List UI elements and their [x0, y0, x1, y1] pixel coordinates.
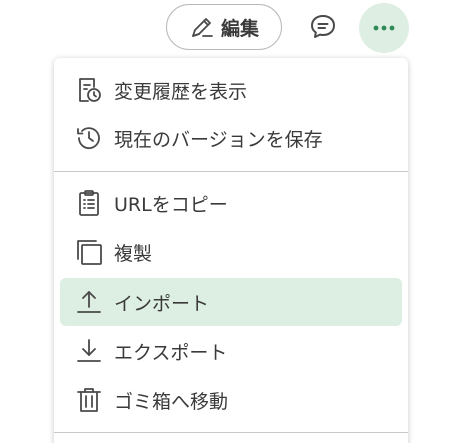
more-dots-icon — [372, 24, 396, 32]
edit-button[interactable]: 編集 — [166, 4, 282, 50]
more-options-menu: 変更履歴を表示 現在のバージョンを保存 URLをコピー 複製 インポート エクス… — [54, 58, 408, 443]
menu-item-label: 変更履歴を表示 — [114, 80, 248, 103]
menu-divider — [54, 171, 408, 172]
menu-item-export[interactable]: エクスポート — [60, 327, 402, 375]
menu-item-label: 複製 — [114, 242, 153, 265]
menu-item-copy-url[interactable]: URLをコピー — [60, 179, 402, 227]
menu-item-label: ゴミ箱へ移動 — [114, 390, 229, 413]
menu-item-view-history[interactable]: 変更履歴を表示 — [60, 66, 402, 114]
menu-item-save-version[interactable]: 現在のバージョンを保存 — [60, 114, 402, 162]
menu-item-label: エクスポート — [114, 341, 228, 364]
clipboard-icon — [74, 188, 104, 218]
history-clock-icon — [74, 123, 104, 153]
duplicate-icon — [74, 237, 104, 267]
comment-icon — [309, 13, 337, 41]
menu-item-label: 現在のバージョンを保存 — [114, 128, 323, 151]
download-icon — [74, 336, 104, 366]
upload-icon — [74, 287, 104, 317]
menu-item-label: インポート — [114, 292, 210, 315]
menu-item-import[interactable]: インポート — [60, 278, 402, 326]
comment-button[interactable] — [302, 6, 344, 48]
menu-item-label: URLをコピー — [114, 193, 228, 216]
edit-button-label: 編集 — [220, 17, 259, 40]
more-options-button[interactable] — [359, 3, 409, 53]
menu-item-duplicate[interactable]: 複製 — [60, 228, 402, 276]
menu-divider — [54, 432, 408, 433]
pencil-icon — [189, 14, 215, 40]
menu-item-move-to-trash[interactable]: ゴミ箱へ移動 — [60, 376, 402, 424]
history-document-icon — [74, 75, 104, 105]
page: 編集 変更履歴を表示 現在のバージョンを保存 URLをコピー 複製 インポート … — [0, 0, 450, 443]
trash-icon — [74, 385, 104, 415]
